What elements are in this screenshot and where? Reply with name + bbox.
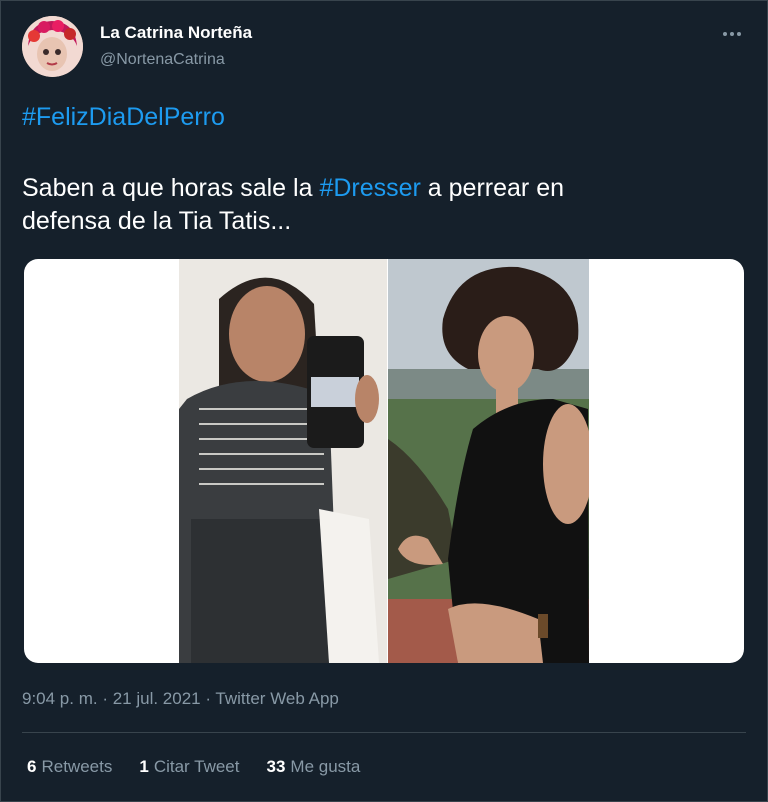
media-photo-right[interactable] [388, 259, 589, 663]
tweet-hashtag-line: #FelizDiaDelPerro [22, 101, 742, 134]
hashtag-link[interactable]: #FelizDiaDelPerro [22, 103, 225, 131]
divider [22, 732, 746, 733]
likes-count: 33 [266, 757, 286, 776]
quote-label: Citar Tweet [153, 757, 240, 776]
more-horizontal-icon [723, 32, 741, 36]
hashtag-link[interactable]: #Dresser [319, 174, 420, 202]
tweet-text-part: Saben a que horas sale la [22, 174, 320, 202]
quote-count: 1 [139, 757, 149, 776]
tweet-stats: 6 Retweets 1 Citar Tweet 33 Me gusta [27, 757, 387, 777]
tweet-text-part: a perrear en [420, 174, 564, 202]
likes-stat[interactable]: 33 Me gusta [266, 757, 360, 777]
retweets-stat[interactable]: 6 Retweets [27, 757, 112, 777]
tweet-card: La Catrina Norteña @NortenaCatrina #Feli… [0, 0, 768, 802]
likes-label: Me gusta [290, 757, 361, 776]
tweet-text-part: defensa de la Tia Tatis... [22, 207, 292, 235]
tweet-body: Saben a que horas sale la #Dresser a per… [22, 172, 742, 238]
avatar[interactable] [22, 16, 83, 77]
author-name[interactable]: La Catrina Norteña [100, 23, 252, 43]
quote-tweet-stat[interactable]: 1 Citar Tweet [139, 757, 239, 777]
media-photo-left[interactable] [179, 259, 387, 663]
retweets-label: Retweets [41, 757, 113, 776]
retweets-count: 6 [27, 757, 37, 776]
author-handle[interactable]: @NortenaCatrina [100, 51, 225, 69]
tweet-timestamp[interactable]: 9:04 p. m. · 21 jul. 2021 · Twitter Web … [22, 689, 339, 709]
more-options-button[interactable] [719, 21, 745, 47]
tweet-media[interactable] [24, 259, 744, 663]
